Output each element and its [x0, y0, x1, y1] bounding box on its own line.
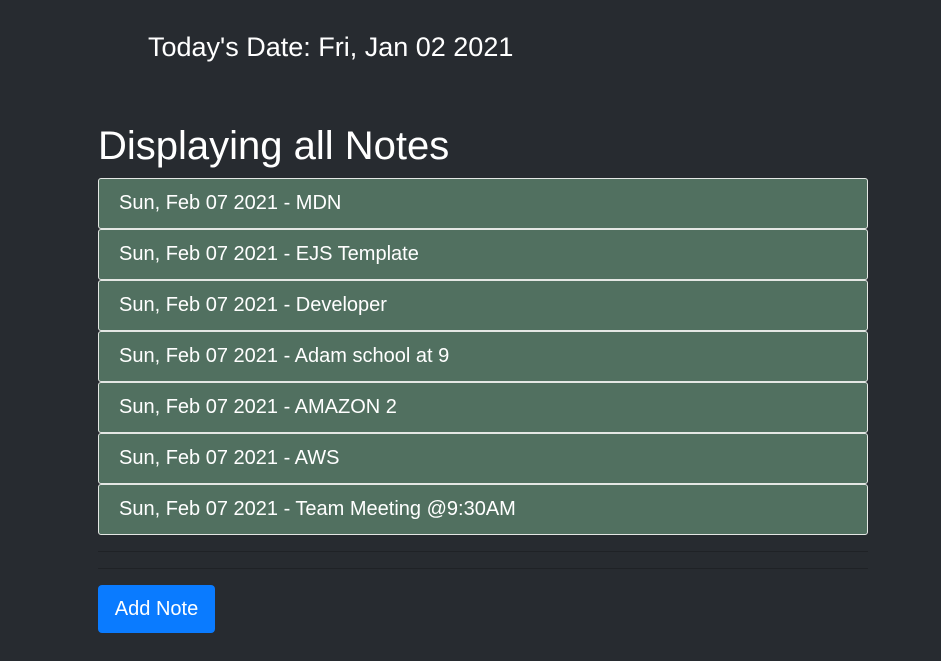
add-note-button[interactable]: Add Note [98, 585, 215, 633]
note-list: Sun, Feb 07 2021 - MDN Sun, Feb 07 2021 … [98, 178, 868, 535]
divider [98, 568, 868, 569]
todays-date: Today's Date: Fri, Jan 02 2021 [148, 32, 514, 62]
note-item[interactable]: Sun, Feb 07 2021 - AWS [98, 433, 868, 484]
note-item[interactable]: Sun, Feb 07 2021 - MDN [98, 178, 868, 229]
note-item[interactable]: Sun, Feb 07 2021 - EJS Template [98, 229, 868, 280]
note-item[interactable]: Sun, Feb 07 2021 - Developer [98, 280, 868, 331]
divider [98, 551, 868, 552]
page: Today's Date: Fri, Jan 02 2021 Displayin… [0, 0, 941, 661]
note-item[interactable]: Sun, Feb 07 2021 - AMAZON 2 [98, 382, 868, 433]
note-item[interactable]: Sun, Feb 07 2021 - Adam school at 9 [98, 331, 868, 382]
note-item[interactable]: Sun, Feb 07 2021 - Team Meeting @9:30AM [98, 484, 868, 535]
page-title: Displaying all Notes [98, 124, 450, 168]
